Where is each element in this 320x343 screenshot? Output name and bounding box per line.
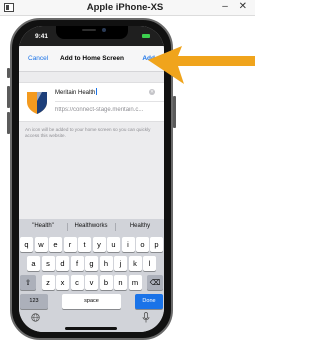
key-h[interactable]: h (99, 256, 113, 271)
sim-window-icon (4, 3, 14, 12)
text-cursor (96, 88, 98, 95)
silent-switch (7, 68, 10, 78)
field-divider (55, 101, 164, 102)
notch (56, 26, 128, 39)
key-w[interactable]: w (34, 237, 48, 252)
suggestion-2[interactable]: Healthworks (67, 223, 115, 229)
side-button (173, 96, 176, 128)
clear-icon[interactable]: ✕ (149, 89, 155, 95)
key-s[interactable]: s (41, 256, 55, 271)
meritain-logo-icon (27, 92, 47, 114)
space-key[interactable]: space (62, 294, 121, 309)
key-d[interactable]: d (56, 256, 69, 271)
key-g[interactable]: g (85, 256, 98, 271)
key-c[interactable]: c (70, 275, 84, 290)
cancel-button[interactable]: Cancel (28, 55, 48, 62)
annotation-arrow-icon (148, 46, 255, 84)
shift-icon[interactable]: ⇧ (20, 275, 36, 290)
home-indicator[interactable] (65, 327, 117, 330)
key-u[interactable]: u (107, 237, 120, 252)
globe-icon[interactable] (31, 313, 40, 322)
simulator-titlebar: Apple iPhone-XS – ✕ (0, 0, 255, 16)
status-time: 9:41 (35, 33, 49, 40)
suggestion-1[interactable]: "Health" (19, 223, 67, 229)
key-k[interactable]: k (128, 256, 142, 271)
key-o[interactable]: o (136, 237, 149, 252)
status-bar: 9:41 (19, 26, 164, 46)
window-controls[interactable]: – ✕ (222, 1, 251, 12)
name-value: Meritain Health (55, 90, 96, 96)
done-key[interactable]: Done (135, 294, 163, 309)
volume-up-button (7, 86, 10, 108)
key-m[interactable]: m (128, 275, 142, 290)
suggestion-bar: "Health" Healthworks Healthy (19, 219, 164, 235)
info-text: An icon will be added to your home scree… (25, 127, 151, 138)
window-title: Apple iPhone-XS (86, 2, 164, 13)
key-z[interactable]: z (41, 275, 55, 290)
bookmark-card: Meritain Health ✕ https://connect-stage.… (19, 82, 164, 122)
key-r[interactable]: r (63, 237, 77, 252)
key-l[interactable]: l (143, 256, 156, 271)
keyboard: "Health" Healthworks Healthy q w e r t y… (19, 219, 164, 332)
key-a[interactable]: a (27, 256, 40, 271)
microphone-icon[interactable] (142, 312, 150, 323)
key-q[interactable]: q (20, 237, 33, 252)
key-i[interactable]: i (121, 237, 135, 252)
speaker-grille (82, 29, 96, 31)
key-p[interactable]: p (150, 237, 163, 252)
battery-icon (142, 34, 150, 38)
navigation-bar: Cancel Add to Home Screen Add (19, 46, 164, 72)
key-v[interactable]: v (85, 275, 98, 290)
key-n[interactable]: n (114, 275, 127, 290)
page-title: Add to Home Screen (60, 55, 124, 62)
numbers-key[interactable]: 123 (20, 294, 48, 309)
key-j[interactable]: j (114, 256, 127, 271)
key-b[interactable]: b (99, 275, 113, 290)
key-e[interactable]: e (49, 237, 62, 252)
suggestion-3[interactable]: Healthy (116, 223, 164, 229)
key-t[interactable]: t (78, 237, 91, 252)
key-y[interactable]: y (92, 237, 106, 252)
name-input[interactable]: Meritain Health (55, 88, 98, 96)
front-camera (102, 28, 106, 32)
url-field: https://connect-stage.meritain.c... (55, 107, 144, 113)
volume-down-button (7, 112, 10, 134)
backspace-icon[interactable]: ⌫ (147, 275, 163, 290)
phone-screen: 9:41 Cancel Add to Home Screen Add Merit… (19, 26, 164, 332)
key-x[interactable]: x (56, 275, 69, 290)
key-f[interactable]: f (70, 256, 84, 271)
